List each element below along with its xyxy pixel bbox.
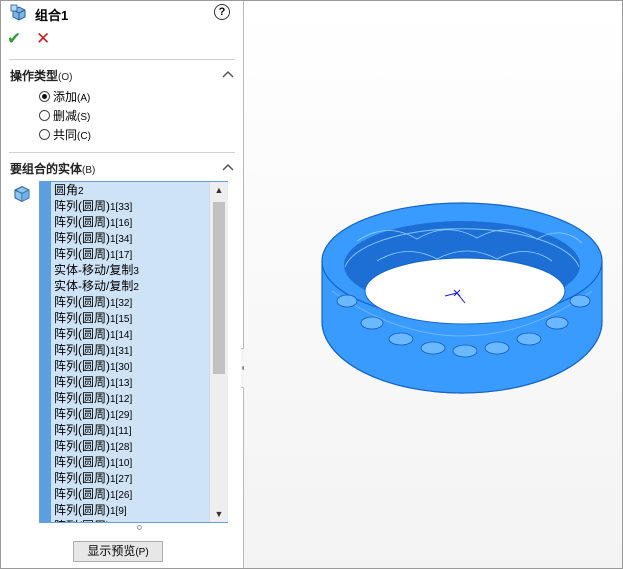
- bodies-to-combine-header[interactable]: 要组合的实体(B): [10, 160, 95, 177]
- list-item[interactable]: 阵列(圆周)1[34]: [54, 230, 208, 246]
- bodies-shortcut: (B): [82, 165, 96, 176]
- list-scrollbar[interactable]: ▲ ▼: [209, 182, 228, 522]
- operation-type-header[interactable]: 操作类型(O): [10, 67, 72, 84]
- selection-focus-bar: [40, 182, 51, 522]
- list-item[interactable]: 阵列(圆周)1[33]: [54, 198, 208, 214]
- radio-subtract[interactable]: 删减(S): [39, 106, 90, 124]
- operation-type-shortcut: (O): [58, 72, 73, 83]
- operation-type-title: 操作类型: [10, 69, 59, 83]
- list-item[interactable]: 阵列(圆周)1[15]: [54, 310, 208, 326]
- list-item[interactable]: 阵列(圆周)1[16]: [54, 214, 208, 230]
- property-manager-panel: 组合1 ? ✔ ✕ 操作类型(O) 添加(A) 删减(S) 共同(C) 要组合的…: [1, 1, 244, 568]
- radio-add-label: 添加(A): [53, 89, 91, 104]
- list-item[interactable]: 阵列(圆周)1[10]: [54, 454, 208, 470]
- list-item[interactable]: 阵列(圆周)1[32]: [54, 294, 208, 310]
- radio-subtract-button[interactable]: [39, 109, 50, 121]
- list-item[interactable]: 阵列(圆周): [54, 518, 208, 522]
- scroll-down-icon[interactable]: ▼: [210, 506, 228, 522]
- list-item[interactable]: 阵列(圆周)1[31]: [54, 342, 208, 358]
- section-divider: [9, 59, 235, 60]
- list-item[interactable]: 阵列(圆周)1[27]: [54, 470, 208, 486]
- radio-subtract-label: 删减(S): [53, 108, 91, 123]
- graphics-viewport[interactable]: [244, 1, 622, 568]
- show-preview-button[interactable]: 显示预览(P): [73, 541, 163, 562]
- resize-handle-icon[interactable]: [137, 525, 142, 530]
- list-item[interactable]: 阵列(圆周)1[30]: [54, 358, 208, 374]
- list-item[interactable]: 实体-移动/复制2: [54, 278, 208, 294]
- collapse-chevron-icon[interactable]: [222, 69, 234, 79]
- list-item[interactable]: 圆角2: [54, 182, 208, 198]
- combine-feature-icon: [10, 4, 26, 21]
- panel-title: 组合1: [35, 8, 69, 23]
- ring-model[interactable]: [317, 191, 607, 406]
- combine-property-window: 组合1 ? ✔ ✕ 操作类型(O) 添加(A) 删减(S) 共同(C) 要组合的…: [0, 0, 623, 569]
- radio-common-label: 共同(C): [53, 127, 91, 142]
- panel-header: 组合1 ?: [1, 1, 243, 25]
- list-item[interactable]: 阵列(圆周)1[13]: [54, 374, 208, 390]
- help-icon[interactable]: ?: [214, 4, 230, 20]
- bodies-list[interactable]: 圆角2 阵列(圆周)1[33] 阵列(圆周)1[16] 阵列(圆周)1[34] 阵列(圆…: [54, 182, 208, 522]
- list-item[interactable]: 阵列(圆周)1[28]: [54, 438, 208, 454]
- list-item[interactable]: 阵列(圆周)1[26]: [54, 486, 208, 502]
- radio-common-button[interactable]: [39, 128, 50, 140]
- list-item[interactable]: 阵列(圆周)1[9]: [54, 502, 208, 518]
- collapse-chevron-icon[interactable]: [222, 162, 234, 172]
- radio-common[interactable]: 共同(C): [39, 125, 91, 143]
- bodies-title: 要组合的实体: [10, 162, 83, 176]
- radio-add[interactable]: 添加(A): [39, 87, 90, 105]
- check-icon[interactable]: ✔: [7, 29, 21, 49]
- list-item[interactable]: 阵列(圆周)1[12]: [54, 390, 208, 406]
- bodies-listbox[interactable]: 圆角2 阵列(圆周)1[33] 阵列(圆周)1[16] 阵列(圆周)1[34] 阵列(圆…: [39, 181, 228, 523]
- section-divider: [9, 152, 235, 153]
- close-icon[interactable]: ✕: [36, 29, 50, 49]
- solid-body-icon: [14, 185, 30, 203]
- list-item[interactable]: 阵列(圆周)1[14]: [54, 326, 208, 342]
- list-item[interactable]: 阵列(圆周)1[11]: [54, 422, 208, 438]
- list-item[interactable]: 阵列(圆周)1[29]: [54, 406, 208, 422]
- scroll-thumb[interactable]: [213, 202, 225, 374]
- list-item[interactable]: 阵列(圆周)1[17]: [54, 246, 208, 262]
- scroll-up-icon[interactable]: ▲: [210, 182, 228, 198]
- list-item[interactable]: 实体-移动/复制3: [54, 262, 208, 278]
- radio-add-button[interactable]: [39, 90, 50, 102]
